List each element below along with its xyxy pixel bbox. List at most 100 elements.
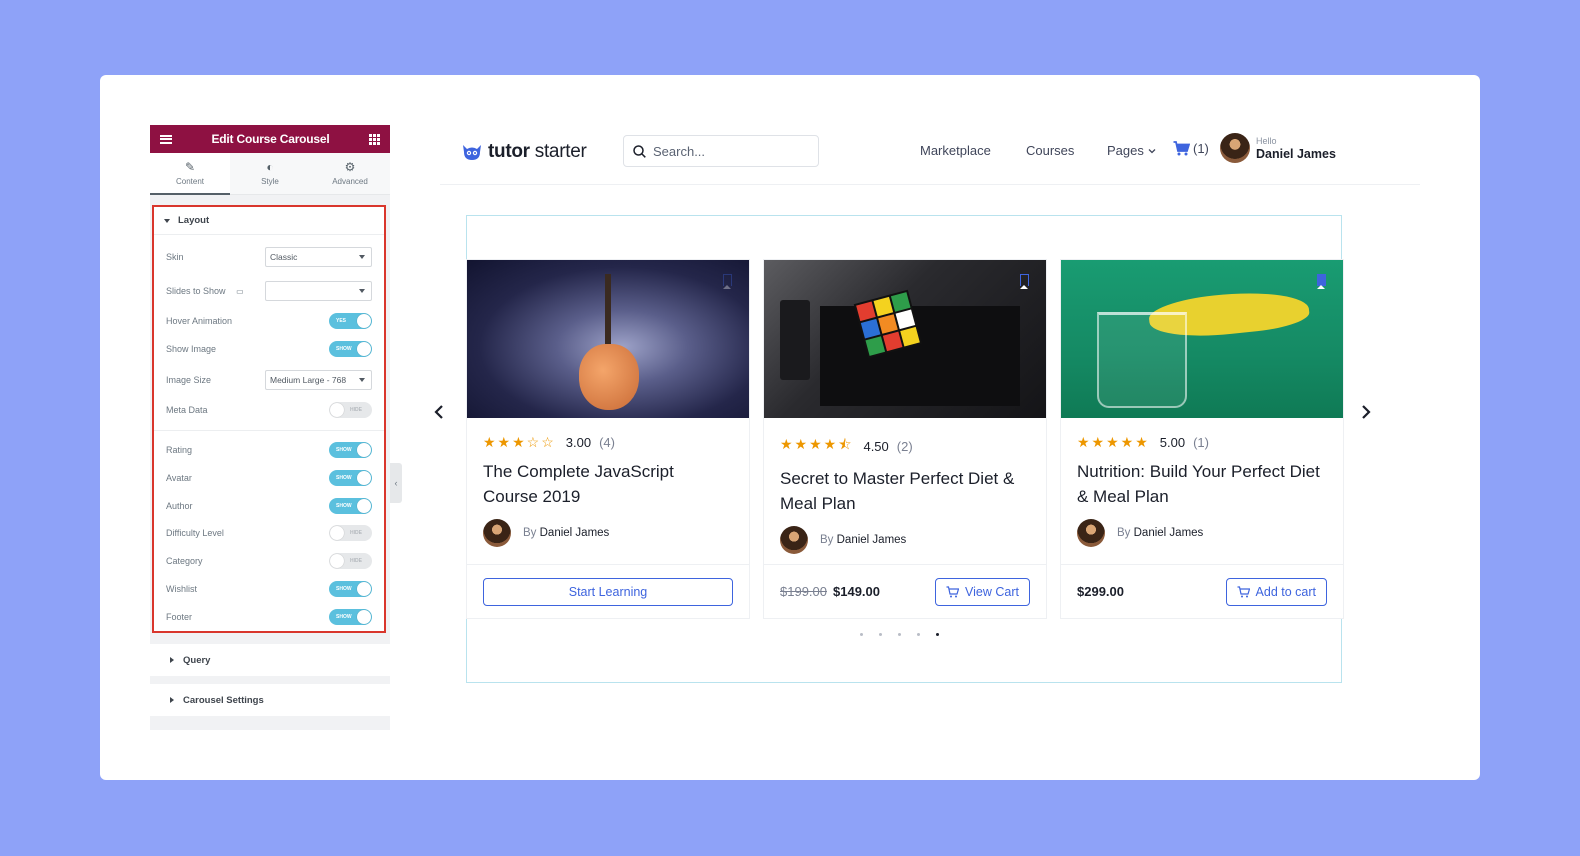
monitor xyxy=(820,306,1020,406)
search-box xyxy=(623,135,819,167)
control-label: Author xyxy=(166,501,193,511)
control-label: Avatar xyxy=(166,473,192,483)
site-logo[interactable]: tutor starter xyxy=(462,141,587,163)
course-author: By Daniel James xyxy=(483,519,733,547)
course-title[interactable]: Nutrition: Build Your Perfect Diet & Mea… xyxy=(1077,459,1327,509)
button-label: View Cart xyxy=(965,584,1019,599)
caret-right-icon xyxy=(170,657,174,663)
pagination-dot[interactable] xyxy=(917,633,920,636)
control-label: Difficulty Level xyxy=(166,528,224,538)
nav-pages[interactable]: Pages xyxy=(1107,143,1156,158)
course-rating: ★★★☆☆ 3.00 (4) xyxy=(483,434,733,451)
rating-count: (4) xyxy=(599,435,615,450)
course-footer: $199.00 $149.00 View Cart xyxy=(764,564,1046,618)
course-card[interactable]: ★★★★⯪ 4.50 (2) Secret to Master Perfect … xyxy=(764,260,1046,618)
course-title[interactable]: The Complete JavaScript Course 2019 xyxy=(483,459,733,509)
pagination-dot[interactable] xyxy=(860,633,863,636)
author-name[interactable]: Daniel James xyxy=(540,527,610,539)
control-label: Meta Data xyxy=(166,405,208,415)
tab-advanced[interactable]: ⚙ Advanced xyxy=(310,153,390,194)
author-toggle[interactable]: SHOW xyxy=(329,498,372,514)
carousel-settings-section-header[interactable]: Carousel Settings xyxy=(150,684,390,716)
user-menu[interactable]: Hello Daniel James xyxy=(1220,133,1336,163)
skin-select[interactable]: Classic xyxy=(265,247,372,267)
course-footer: Start Learning xyxy=(467,564,749,618)
course-thumbnail[interactable] xyxy=(1061,260,1343,418)
course-card[interactable]: ★★★★★ 5.00 (1) Nutrition: Build Your Per… xyxy=(1061,260,1343,618)
pagination-dot[interactable] xyxy=(898,633,901,636)
cart-button[interactable]: (1) xyxy=(1173,141,1209,156)
hover-animation-control: Hover Animation YES xyxy=(166,313,372,329)
editor-header: Edit Course Carousel xyxy=(150,125,390,153)
hamburger-icon[interactable] xyxy=(160,134,172,144)
course-body: ★★★★★ 5.00 (1) Nutrition: Build Your Per… xyxy=(1061,418,1343,564)
author-name[interactable]: Daniel James xyxy=(837,534,907,546)
course-thumbnail[interactable] xyxy=(467,260,749,418)
tab-content[interactable]: ✎ Content xyxy=(150,153,230,195)
stars-icon: ★★★★★ xyxy=(1077,434,1150,450)
show-image-control: Show Image SHOW xyxy=(166,341,372,357)
editor-panel: Edit Course Carousel ✎ Content ◐ Style ⚙… xyxy=(150,125,390,730)
cart-icon xyxy=(946,585,960,597)
rating-toggle[interactable]: SHOW xyxy=(329,442,372,458)
carousel-next-arrow[interactable] xyxy=(1361,403,1371,424)
slides-to-show-select[interactable] xyxy=(265,281,372,301)
nav-marketplace[interactable]: Marketplace xyxy=(920,143,991,158)
caret-down-icon xyxy=(164,218,170,223)
hover-animation-toggle[interactable]: YES xyxy=(329,313,372,329)
avatar xyxy=(1220,133,1250,163)
pagination-dot-active[interactable] xyxy=(936,633,939,636)
editor-tabs: ✎ Content ◐ Style ⚙ Advanced xyxy=(150,153,390,195)
grid-icon[interactable] xyxy=(369,133,380,145)
search-input[interactable] xyxy=(653,143,803,159)
layout-section: Layout Skin Classic Slides to Show ▭ Hov… xyxy=(152,205,386,633)
start-learning-button[interactable]: Start Learning xyxy=(483,577,733,606)
nav-courses[interactable]: Courses xyxy=(1026,143,1074,158)
tab-label: Style xyxy=(261,177,279,186)
control-label: Category xyxy=(166,556,203,566)
author-control: Author SHOW xyxy=(166,498,372,514)
bookmark-icon[interactable] xyxy=(722,274,732,289)
difficulty-level-toggle[interactable]: HIDE xyxy=(329,525,372,541)
wishlist-control: Wishlist SHOW xyxy=(166,581,372,597)
course-card[interactable]: ★★★☆☆ 3.00 (4) The Complete JavaScript C… xyxy=(467,260,749,618)
carousel-prev-arrow[interactable] xyxy=(434,403,444,424)
control-label: Slides to Show ▭ xyxy=(166,286,244,296)
tab-label: Advanced xyxy=(332,177,368,186)
site-header: tutor starter Marketplace Courses Pages … xyxy=(440,125,1420,185)
glass xyxy=(1097,312,1187,408)
control-label: Show Image xyxy=(166,344,217,354)
section-title: Carousel Settings xyxy=(183,694,264,706)
query-section-header[interactable]: Query xyxy=(150,644,390,676)
avatar xyxy=(483,519,511,547)
course-footer: $299.00 Add to cart xyxy=(1061,564,1343,618)
avatar-toggle[interactable]: SHOW xyxy=(329,470,372,486)
footer-toggle[interactable]: SHOW xyxy=(329,609,372,625)
course-title[interactable]: Secret to Master Perfect Diet & Meal Pla… xyxy=(780,466,1030,516)
category-toggle[interactable]: HIDE xyxy=(329,553,372,569)
course-thumbnail[interactable] xyxy=(764,260,1046,418)
guitar-body xyxy=(579,344,639,410)
layout-section-header[interactable]: Layout xyxy=(154,207,384,235)
stars-icon: ★★★★⯪ xyxy=(780,436,854,452)
author-name[interactable]: Daniel James xyxy=(1134,527,1204,539)
show-image-toggle[interactable]: SHOW xyxy=(329,341,372,357)
carousel-pagination xyxy=(860,633,939,636)
section-title: Layout xyxy=(178,215,210,226)
add-to-cart-button[interactable]: Add to cart xyxy=(1225,577,1327,606)
chevron-left-icon: ‹ xyxy=(394,478,398,488)
bookmark-icon[interactable] xyxy=(1019,274,1029,289)
course-price: $299.00 xyxy=(1077,584,1124,599)
pagination-dot[interactable] xyxy=(879,633,882,636)
tab-style[interactable]: ◐ Style xyxy=(230,153,310,194)
wishlist-toggle[interactable]: SHOW xyxy=(329,581,372,597)
image-size-select[interactable]: Medium Large - 768 xyxy=(265,370,372,390)
control-label: Image Size xyxy=(166,375,212,385)
author-prefix: By xyxy=(820,534,834,546)
bookmark-icon[interactable] xyxy=(1316,274,1326,289)
avatar xyxy=(780,526,808,554)
panel-collapse-handle[interactable]: ‹ xyxy=(390,463,402,503)
meta-data-toggle[interactable]: HIDE xyxy=(329,402,372,418)
view-cart-button[interactable]: View Cart xyxy=(935,577,1030,606)
control-label: Wishlist xyxy=(166,584,197,594)
